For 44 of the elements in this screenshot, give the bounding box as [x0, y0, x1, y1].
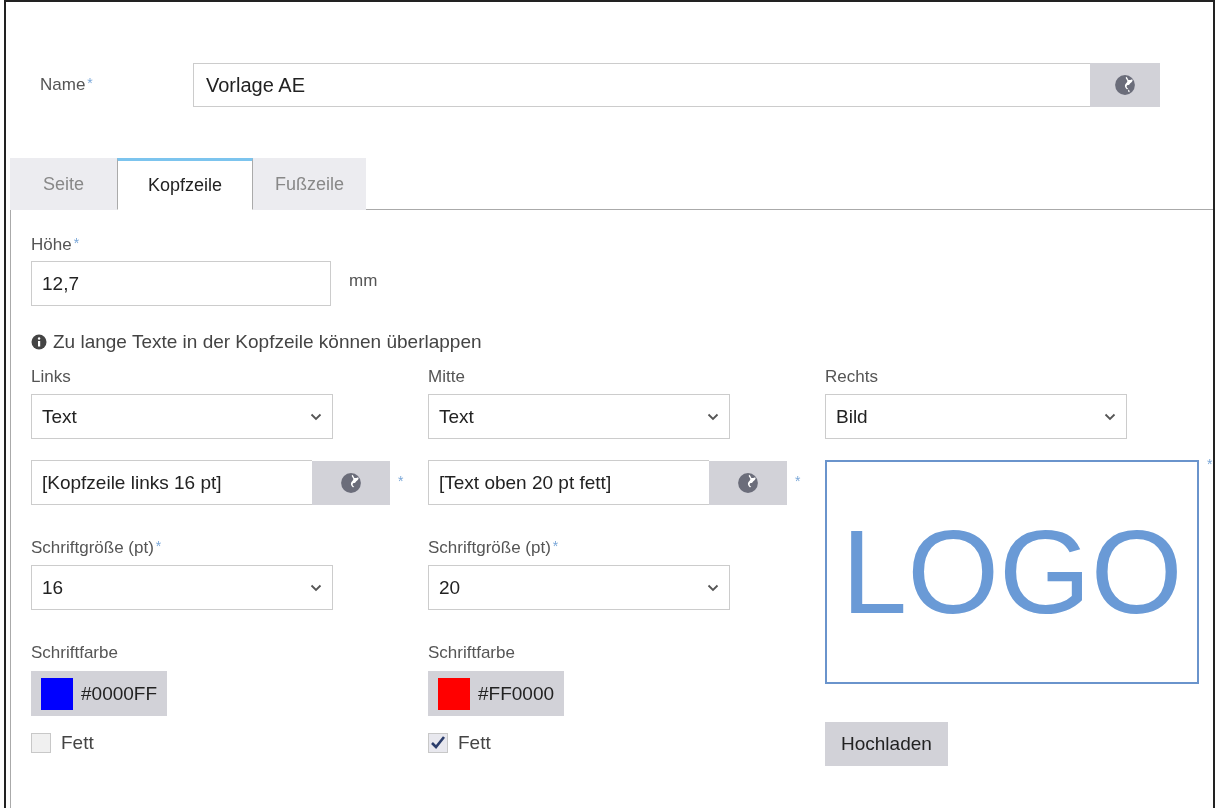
field-label: Schriftfarbe: [31, 643, 118, 663]
font-size-select[interactable]: 20: [428, 565, 730, 610]
field-label: Schriftfarbe: [428, 643, 515, 663]
field-label: Schriftgröße (pt)*: [31, 538, 162, 558]
field-label: Rechts: [825, 367, 878, 387]
required-mark: *: [1207, 456, 1213, 472]
unit-label: mm: [349, 270, 378, 291]
tab[interactable]: Kopfzeile: [117, 158, 254, 210]
field-label: Links: [31, 367, 71, 387]
checkbox[interactable]: [31, 733, 51, 753]
globe-icon: [340, 471, 362, 494]
text-field[interactable]: [Kopfzeile links 16 pt]: [31, 460, 312, 505]
color-picker-button[interactable]: #FF0000: [428, 671, 565, 716]
translate-button[interactable]: [312, 460, 390, 505]
type-select[interactable]: Bild: [825, 394, 1127, 439]
globe-icon: [737, 471, 759, 494]
chevron-down-icon: [707, 583, 719, 592]
field-label: Höhe*: [31, 235, 80, 255]
field-label: Mitte: [428, 367, 465, 387]
info-icon: [31, 334, 47, 350]
translate-button[interactable]: [1090, 63, 1160, 107]
required-mark: *: [398, 472, 404, 489]
height-field[interactable]: 12,7: [31, 261, 331, 306]
logo-preview: LOGO: [825, 460, 1199, 684]
checkbox-label: Fett: [458, 732, 491, 754]
type-select[interactable]: Text: [428, 394, 730, 439]
chevron-down-icon: [707, 412, 719, 421]
color-picker-button[interactable]: #0000FF: [31, 671, 168, 716]
text-field[interactable]: [Text oben 20 pt fett]: [428, 460, 709, 505]
font-size-select[interactable]: 16: [31, 565, 333, 610]
required-mark: *: [795, 472, 801, 489]
checkbox-label: Fett: [61, 732, 94, 754]
field-label: Name*: [40, 75, 94, 95]
chevron-down-icon: [1104, 412, 1116, 421]
info-text: Zu lange Texte in der Kopfzeile können überlappen: [53, 331, 482, 353]
upload-button[interactable]: Hochladen: [825, 722, 948, 766]
chevron-down-icon: [310, 412, 322, 421]
type-select[interactable]: Text: [31, 394, 333, 439]
translate-button[interactable]: [709, 460, 787, 505]
name-field[interactable]: Vorlage AE: [193, 63, 1090, 107]
checkbox[interactable]: [428, 733, 448, 753]
chevron-down-icon: [310, 583, 322, 592]
field-label: Schriftgröße (pt)*: [428, 538, 559, 558]
globe-icon: [1114, 74, 1136, 96]
